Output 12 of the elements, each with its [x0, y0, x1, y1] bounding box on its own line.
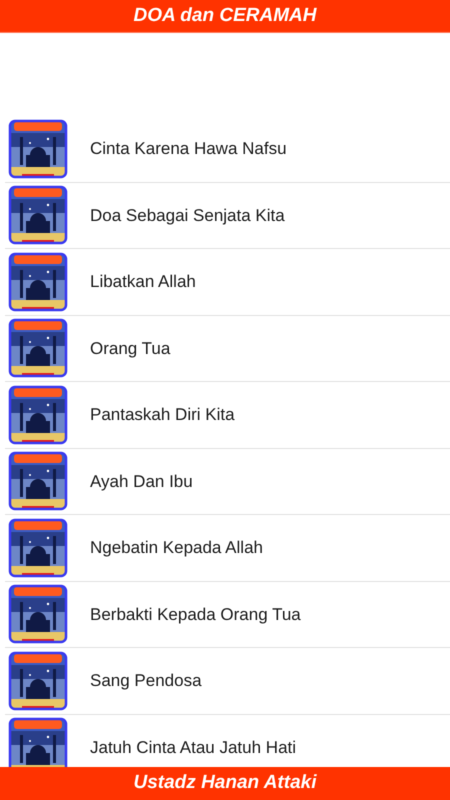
list-item-title[interactable]: Libatkan Allah	[68, 269, 196, 294]
list-item-title[interactable]: Sang Pendosa	[68, 668, 202, 694]
list-item-title[interactable]: Ayah Dan Ibu	[68, 468, 193, 494]
list-item-title[interactable]: Ngebatin Kepada Allah	[68, 535, 263, 560]
footer-title: Ustadz Hanan Attaki	[134, 772, 316, 793]
list-item-title[interactable]: Doa Sebagai Senjata Kita	[68, 202, 285, 228]
list-item-title[interactable]: Jatuh Cinta Atau Jatuh Hati	[68, 734, 296, 760]
app-title: DOA dan CERAMAH	[134, 5, 316, 26]
list-item-title[interactable]: Cinta Karena Hawa Nafsu	[68, 136, 287, 162]
list-item-title[interactable]: Pantaskah Diri Kita	[68, 402, 235, 428]
list-item-title[interactable]: Berbakti Kepada Orang Tua	[68, 602, 301, 627]
list-item-title[interactable]: Orang Tua	[68, 336, 170, 361]
